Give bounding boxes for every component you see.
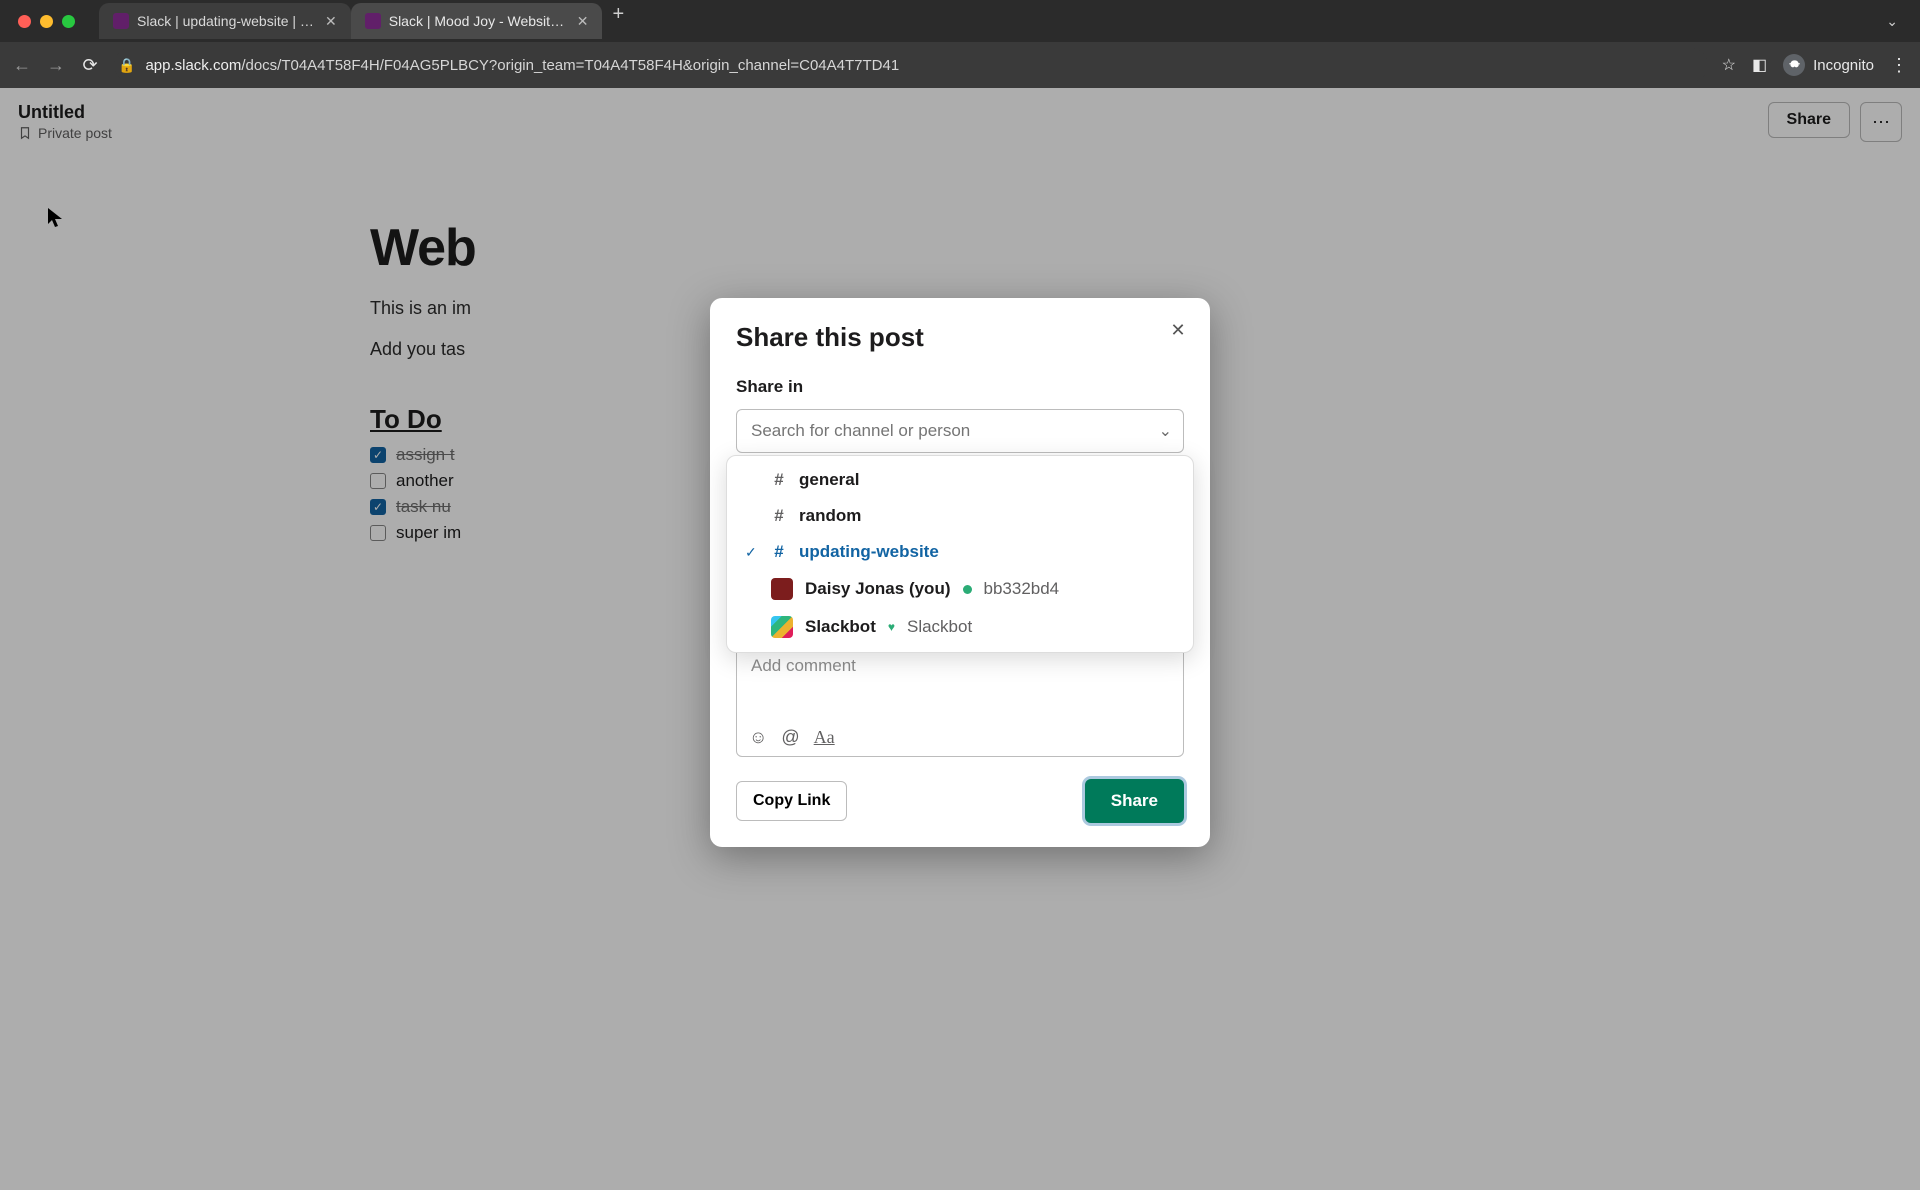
comment-toolbar: ☺ @ Aa — [749, 727, 835, 748]
bot-name: Slackbot — [805, 617, 876, 637]
tab-title: Slack | updating-website | Moo — [137, 13, 317, 29]
hash-icon: # — [771, 542, 787, 562]
url-text: app.slack.com/docs/T04A4T58F4H/F04AG5PLB… — [145, 57, 899, 74]
browser-menu-button[interactable]: ⋮ — [1890, 55, 1908, 76]
forward-button[interactable]: → — [46, 55, 66, 76]
comment-placeholder: Add comment — [751, 656, 856, 675]
hash-icon: # — [771, 470, 787, 490]
mention-icon[interactable]: @ — [781, 727, 799, 748]
new-tab-button[interactable]: + — [602, 3, 634, 39]
close-button[interactable]: ✕ — [1164, 316, 1192, 344]
toolbar-right: ☆ ◧ Incognito ⋮ — [1722, 54, 1908, 76]
incognito-label: Incognito — [1813, 57, 1874, 74]
share-target-combobox[interactable]: ⌄ # general # random ✓ # updating-websit… — [736, 409, 1184, 453]
address-bar: ← → ⟳ 🔒 app.slack.com/docs/T04A4T58F4H/F… — [0, 42, 1920, 88]
slack-favicon-icon — [113, 13, 129, 29]
bookmark-star-icon[interactable]: ☆ — [1722, 55, 1736, 75]
hash-icon: # — [771, 506, 787, 526]
dropdown-option-person[interactable]: Daisy Jonas (you) bb332bd4 — [727, 570, 1193, 608]
side-panel-icon[interactable]: ◧ — [1752, 55, 1767, 75]
comment-input[interactable]: Add comment ☺ @ Aa — [736, 643, 1184, 757]
bot-subtitle: Slackbot — [907, 617, 972, 637]
window-controls — [8, 15, 85, 28]
modal-footer: Copy Link Share — [736, 779, 1184, 823]
modal-title: Share this post — [736, 322, 1184, 353]
share-modal: Share this post ✕ Share in ⌄ # general #… — [710, 298, 1210, 847]
tab-background[interactable]: Slack | updating-website | Moo ✕ — [99, 3, 351, 39]
tab-active[interactable]: Slack | Mood Joy - Website Re ✕ — [351, 3, 603, 39]
incognito-indicator[interactable]: Incognito — [1783, 54, 1874, 76]
channel-name: general — [799, 470, 859, 490]
browser-tabstrip: Slack | updating-website | Moo ✕ Slack |… — [0, 0, 1920, 42]
share-submit-button[interactable]: Share — [1085, 779, 1184, 823]
url-path: /docs/T04A4T58F4H/F04AG5PLBCY?origin_tea… — [241, 57, 899, 74]
omnibox[interactable]: 🔒 app.slack.com/docs/T04A4T58F4H/F04AG5P… — [114, 48, 1708, 82]
dropdown-option-channel-selected[interactable]: ✓ # updating-website — [727, 534, 1193, 570]
dropdown-option-channel[interactable]: # random — [727, 498, 1193, 534]
incognito-icon — [1783, 54, 1805, 76]
tab-overflow-icon[interactable]: ⌄ — [1872, 13, 1912, 30]
reload-button[interactable]: ⟳ — [80, 55, 100, 76]
copy-link-button[interactable]: Copy Link — [736, 781, 847, 821]
emoji-icon[interactable]: ☺ — [749, 727, 767, 748]
window-minimize-icon[interactable] — [40, 15, 53, 28]
slack-favicon-icon — [365, 13, 381, 29]
channel-name: updating-website — [799, 542, 939, 562]
share-in-label: Share in — [736, 377, 1184, 397]
tab-close-icon[interactable]: ✕ — [325, 13, 337, 30]
person-name: Daisy Jonas (you) — [805, 579, 951, 599]
page: Untitled Private post Share ⋯ Web This i… — [0, 88, 1920, 1190]
tab-title: Slack | Mood Joy - Website Re — [389, 13, 569, 29]
search-input[interactable] — [736, 409, 1184, 453]
heart-icon: ♥ — [888, 620, 895, 634]
channel-name: random — [799, 506, 861, 526]
dropdown-option-bot[interactable]: Slackbot ♥ Slackbot — [727, 608, 1193, 646]
avatar-icon — [771, 578, 793, 600]
tab-close-icon[interactable]: ✕ — [577, 13, 589, 30]
dropdown-option-channel[interactable]: # general — [727, 462, 1193, 498]
chevron-down-icon: ⌄ — [1159, 421, 1172, 441]
back-button[interactable]: ← — [12, 55, 32, 76]
window-maximize-icon[interactable] — [62, 15, 75, 28]
avatar-icon — [771, 616, 793, 638]
url-host: app.slack.com — [145, 57, 241, 74]
share-target-dropdown: # general # random ✓ # updating-website … — [726, 455, 1194, 653]
presence-active-icon — [963, 585, 972, 594]
lock-icon: 🔒 — [118, 57, 135, 74]
window-close-icon[interactable] — [18, 15, 31, 28]
tabs: Slack | updating-website | Moo ✕ Slack |… — [99, 3, 634, 39]
formatting-icon[interactable]: Aa — [814, 727, 835, 748]
check-icon: ✓ — [745, 544, 759, 561]
person-id: bb332bd4 — [984, 579, 1060, 599]
